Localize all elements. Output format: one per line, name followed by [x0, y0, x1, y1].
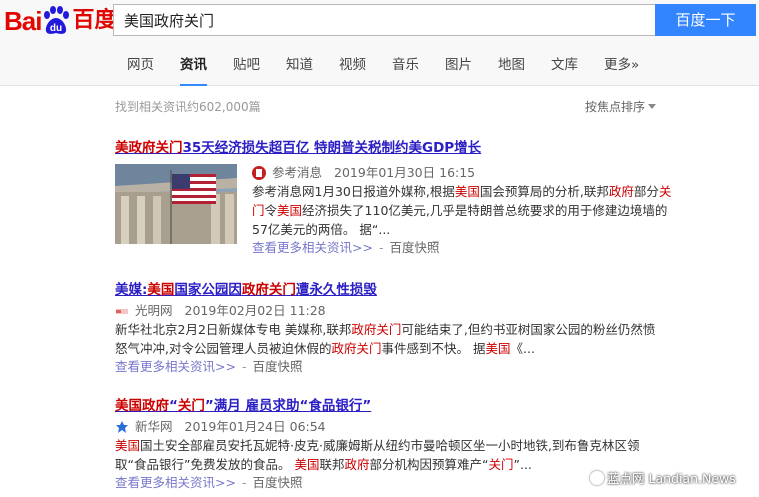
result-source: 参考消息 2019年01月30日 16:15 [252, 164, 672, 182]
source-name: 新华网 [135, 419, 173, 434]
publish-time: 2019年01月30日 16:15 [334, 165, 476, 180]
snapshot-link[interactable]: 百度快照 [252, 475, 302, 490]
source-logo-icon [115, 304, 129, 318]
site-watermark: 蓝点网 Landian.News [590, 468, 736, 487]
tab-tieba[interactable]: 贴吧 [233, 56, 260, 86]
result-title[interactable]: 美国政府“关门”满月 雇员求助“食品银行” [115, 397, 715, 415]
paw-icon: du [42, 6, 70, 36]
tab-web[interactable]: 网页 [127, 56, 154, 86]
search-input[interactable] [113, 4, 656, 36]
more-news-link[interactable]: 查看更多相关资讯>> [115, 475, 236, 490]
result-snippet: 参考消息网1月30日报道外媒称,根据美国国会预算局的分析,联邦政府部分关门令美国… [252, 184, 672, 237]
source-logo-icon [115, 420, 129, 434]
result-source: 光明网 2019年02月02日 11:28 [115, 302, 715, 320]
source-logo-icon [252, 166, 266, 180]
more-news-link[interactable]: 查看更多相关资讯>> [115, 359, 236, 374]
baidu-logo[interactable]: Bai du 百度 [4, 4, 116, 36]
tab-more[interactable]: 更多» [604, 56, 639, 86]
logo-cn: 百度 [72, 8, 117, 33]
watermark-text: 蓝点网 Landian.News [607, 471, 736, 486]
snapshot-link[interactable]: 百度快照 [389, 240, 439, 255]
tab-map[interactable]: 地图 [498, 56, 525, 86]
logo-du: du [50, 23, 62, 34]
result-title[interactable]: 美媒:美国国家公园因政府关门遭永久性损毁 [115, 281, 715, 299]
caret-down-icon [648, 104, 657, 109]
watermark-logo-icon [590, 470, 604, 485]
tab-news[interactable]: 资讯 [180, 56, 207, 86]
more-news-link[interactable]: 查看更多相关资讯>> [252, 240, 373, 255]
result-snippet: 美国国土安全部雇员安托瓦妮特·皮克·威廉姆斯从纽约市曼哈顿区坐一小时地铁,到布鲁… [115, 438, 640, 472]
publish-time: 2019年02月02日 11:28 [184, 303, 326, 318]
search-tabs: 网页 资讯 贴吧 知道 视频 音乐 图片 地图 文库 更多» [127, 56, 665, 86]
result-count: 找到相关资讯约602,000篇 [115, 100, 261, 114]
logo-text: Bai [4, 6, 42, 36]
tab-zhidao[interactable]: 知道 [286, 56, 313, 86]
tab-images[interactable]: 图片 [445, 56, 472, 86]
news-result-1: 美政府关门35天经济损失超百亿 特朗普关税制约美GDP增长 参考消息 2019年… [115, 139, 715, 255]
header: Bai du 百度 百度一下 网页 资讯 贴吧 知道 视频 音乐 图片 地图 文… [0, 0, 759, 86]
source-name: 光明网 [135, 303, 173, 318]
result-source: 新华网 2019年01月24日 06:54 [115, 418, 715, 436]
result-snippet: 新华社北京2月2日新媒体专电 美媒称,联邦政府关门可能结束了,但约书亚树国家公园… [115, 322, 656, 356]
tab-music[interactable]: 音乐 [392, 56, 419, 86]
news-thumbnail[interactable] [115, 164, 237, 244]
tab-wenku[interactable]: 文库 [551, 56, 578, 86]
sort-dropdown[interactable]: 按焦点排序 [585, 98, 657, 115]
sort-label: 按焦点排序 [585, 100, 646, 114]
tab-video[interactable]: 视频 [339, 56, 366, 86]
snapshot-link[interactable]: 百度快照 [252, 359, 302, 374]
source-name: 参考消息 [272, 165, 323, 180]
search-button[interactable]: 百度一下 [655, 4, 756, 36]
news-result-2: 美媒:美国国家公园因政府关门遭永久性损毁 光明网 2019年02月02日 11:… [115, 281, 715, 376]
result-links: 查看更多相关资讯>> - 百度快照 [252, 240, 440, 255]
result-links: 查看更多相关资讯>> - 百度快照 [115, 359, 303, 374]
result-title[interactable]: 美政府关门35天经济损失超百亿 特朗普关税制约美GDP增长 [115, 139, 715, 157]
publish-time: 2019年01月24日 06:54 [184, 419, 326, 434]
